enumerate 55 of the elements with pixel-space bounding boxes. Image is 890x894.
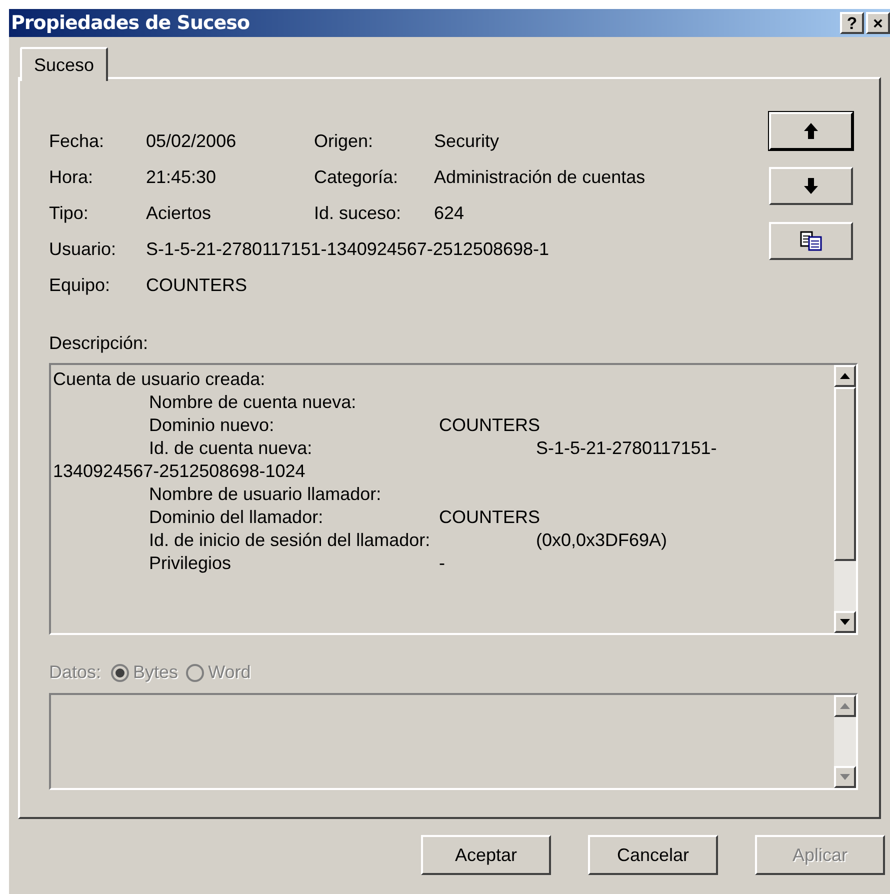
triangle-up-icon xyxy=(840,373,850,379)
description-box[interactable] xyxy=(49,363,858,635)
field-label: Usuario: xyxy=(49,238,118,260)
window-title: Propiedades de Suceso xyxy=(11,10,250,36)
close-button[interactable]: × xyxy=(866,12,890,34)
arrow-up-icon xyxy=(804,123,818,139)
field-value: 624 xyxy=(434,202,464,224)
field-value: S-1-5-21-2780117151-1340924567-2512508698-1 xyxy=(146,238,550,260)
field-value: COUNTERS xyxy=(146,274,248,296)
previous-button[interactable] xyxy=(769,112,853,150)
description-label: Id. de inicio de sesión del llamador: xyxy=(149,529,430,552)
field-label: Equipo: xyxy=(49,274,112,297)
field-value: 21:45:30 xyxy=(146,166,216,188)
tab[interactable]: Suceso xyxy=(20,47,108,81)
description-value: S-1-5-21-2780117151- xyxy=(536,437,717,460)
description-label: Dominio del llamador: xyxy=(149,506,324,529)
description-value: (0x0,0x3DF69A) xyxy=(536,529,668,552)
next-button[interactable] xyxy=(769,167,853,205)
description-label: Nombre de usuario llamador: xyxy=(149,483,382,506)
field-label: Hora: xyxy=(49,166,94,188)
scroll-down-button[interactable] xyxy=(834,766,856,788)
field-label: Fecha: xyxy=(49,130,106,152)
description-value: COUNTERS xyxy=(439,506,540,529)
field-label: Tipo: xyxy=(49,202,90,225)
scroll-up-button[interactable] xyxy=(834,695,856,717)
field-label: Id. suceso: xyxy=(314,202,402,224)
description-label: Descripción: xyxy=(49,332,148,355)
help-button[interactable]: ? xyxy=(840,12,864,34)
copy-icon xyxy=(800,231,822,251)
description-label: Id. de cuenta nueva: xyxy=(149,437,312,460)
dialog-button[interactable]: Cancelar xyxy=(588,835,718,875)
field-value: Administración de cuentas xyxy=(434,166,646,188)
field-value: Aciertos xyxy=(146,202,212,224)
description-label: Privilegios xyxy=(149,552,232,575)
scroll-up-button[interactable] xyxy=(834,365,856,387)
data-label: Datos: xyxy=(49,661,102,684)
description-label: Nombre de cuenta nueva: xyxy=(149,391,356,414)
dialog-button[interactable]: Aceptar xyxy=(421,835,551,875)
description-text: Cuenta de usuario creada: xyxy=(53,368,266,391)
description-value: - xyxy=(439,552,445,575)
description-label: Dominio nuevo: xyxy=(149,414,274,437)
triangle-down-icon xyxy=(840,619,850,625)
scroll-down-button[interactable] xyxy=(834,611,856,633)
description-value: COUNTERS xyxy=(439,414,540,437)
field-label: Categoría: xyxy=(314,166,400,189)
triangle-down-icon xyxy=(840,774,850,780)
field-value: Security xyxy=(434,130,500,153)
description-text: 1340924567-2512508698-1024 xyxy=(53,460,306,483)
field-value: 05/02/2006 xyxy=(146,130,236,152)
arrow-down-icon xyxy=(804,178,818,194)
copy-button[interactable] xyxy=(769,222,853,260)
field-label: Origen: xyxy=(314,130,374,153)
triangle-up-icon xyxy=(840,703,850,709)
scrollbar-thumb[interactable] xyxy=(834,387,856,561)
data-box[interactable] xyxy=(49,693,858,790)
